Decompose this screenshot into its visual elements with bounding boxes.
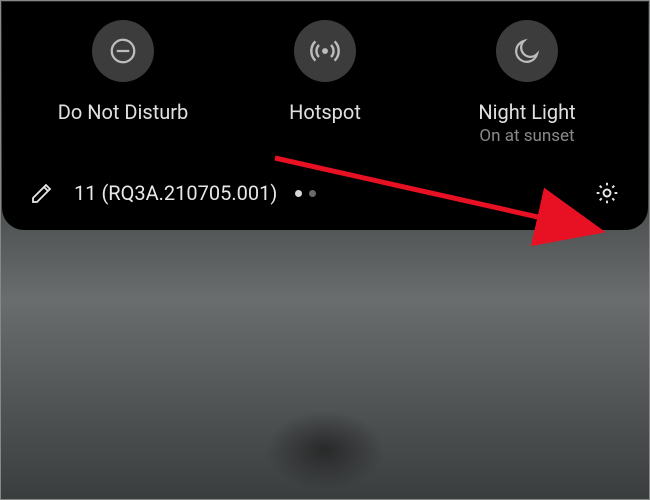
page-indicator <box>295 190 316 197</box>
edit-button[interactable] <box>28 179 56 207</box>
quick-tiles-row: Do Not Disturb Hotspot Night Light <box>12 20 638 146</box>
tile-night-light[interactable]: Night Light On at sunset <box>442 20 612 146</box>
pager-dot <box>309 190 316 197</box>
build-version-text: 11 (RQ3A.210705.001) <box>74 181 277 205</box>
pencil-icon <box>30 181 54 205</box>
tile-label: Do Not Disturb <box>58 100 189 124</box>
moon-icon <box>496 20 558 82</box>
pager-dot-active <box>295 190 302 197</box>
dnd-icon <box>92 20 154 82</box>
tile-hotspot[interactable]: Hotspot <box>240 20 410 146</box>
tile-label: Hotspot <box>289 100 361 124</box>
quick-settings-panel: Do Not Disturb Hotspot Night Light <box>2 2 648 230</box>
tile-do-not-disturb[interactable]: Do Not Disturb <box>38 20 208 146</box>
gear-icon <box>594 180 620 206</box>
tile-label: Night Light <box>478 100 575 124</box>
tile-sublabel: On at sunset <box>479 126 574 146</box>
panel-footer: 11 (RQ3A.210705.001) <box>12 178 638 210</box>
hotspot-icon <box>294 20 356 82</box>
settings-button[interactable] <box>592 178 622 208</box>
